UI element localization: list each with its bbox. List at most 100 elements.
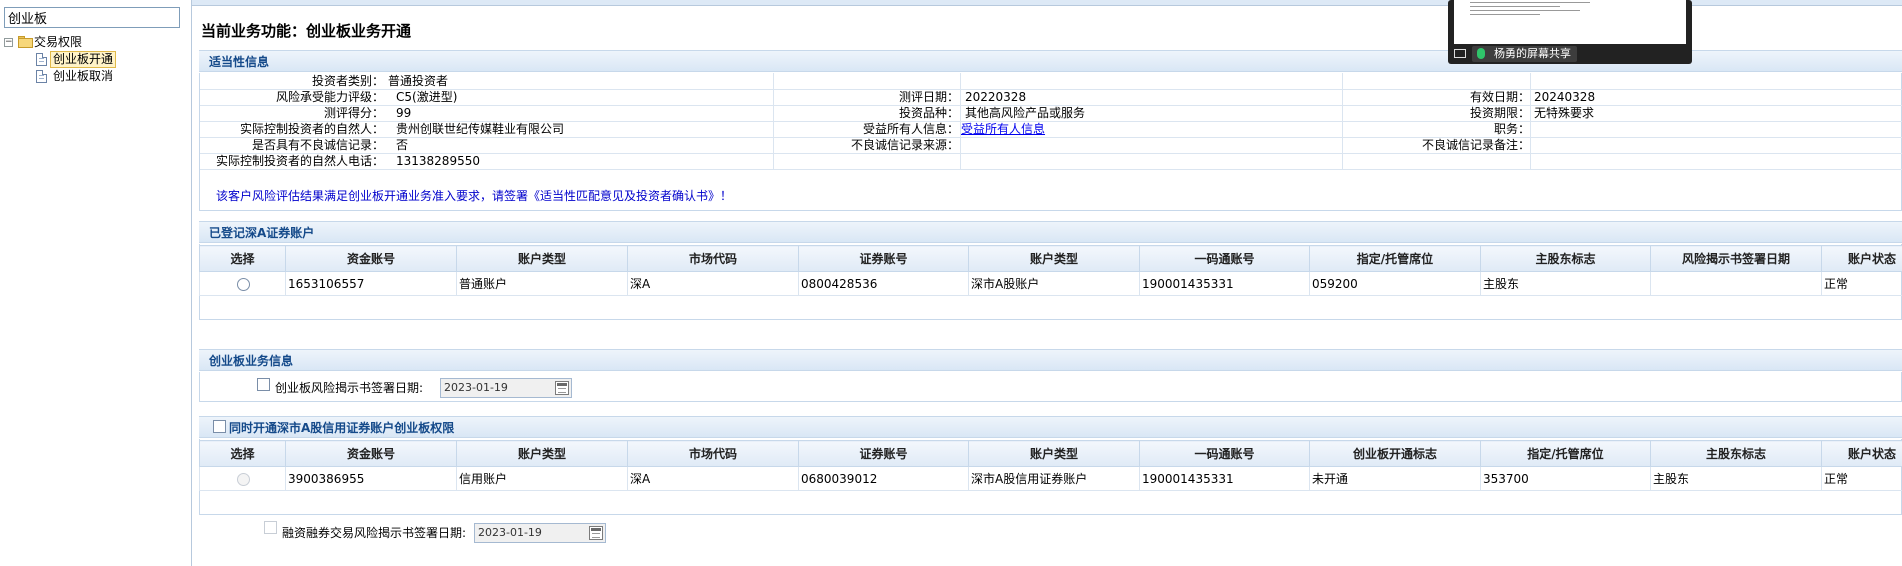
calendar-icon[interactable] bbox=[589, 526, 603, 540]
tree-node-label: 交易权限 bbox=[34, 35, 83, 49]
info-investment-variety: 投资品种： 其他高风险产品或服务 bbox=[898, 106, 1086, 120]
document-icon bbox=[36, 53, 47, 66]
column-header: 市场代码 bbox=[627, 440, 799, 467]
table-cell: 059200 bbox=[1309, 271, 1481, 296]
info-position: 职务： bbox=[1493, 122, 1530, 136]
collapse-icon[interactable]: − bbox=[4, 38, 13, 47]
info-controller: 实际控制投资者的自然人： 贵州创联世纪传媒鞋业有限公司 bbox=[239, 122, 565, 136]
column-header: 账户类型 bbox=[456, 245, 628, 272]
beneficiary-info-link[interactable]: 受益所有人信息 bbox=[961, 121, 1045, 137]
table-cell: 未开通 bbox=[1309, 466, 1481, 491]
column-header: 一码通账号 bbox=[1139, 440, 1310, 467]
shared-screen-preview bbox=[1454, 0, 1686, 44]
table-cell: 190001435331 bbox=[1139, 466, 1310, 491]
table-cell: 普通账户 bbox=[456, 271, 628, 296]
column-header: 账户类型 bbox=[968, 440, 1140, 467]
info-test-score: 测评得分： 99 bbox=[323, 106, 412, 120]
suitability-notice: 该客户风险评估结果满足创业板开通业务准入要求，请签署《适当性匹配意见及投资者确认… bbox=[216, 189, 733, 203]
table-row[interactable]: 1653106557 普通账户 深A 0800428536 深市A股账户 190… bbox=[199, 271, 1902, 296]
folder-icon bbox=[18, 36, 33, 48]
monitor-icon[interactable] bbox=[1454, 49, 1466, 58]
info-beneficiary: 受益所有人信息： 受益所有人信息 bbox=[862, 121, 1046, 137]
tree-node-gem-open[interactable]: 创业板开通 bbox=[2, 51, 182, 68]
screen-share-thumbnail[interactable]: 杨勇的屏幕共享 bbox=[1448, 0, 1692, 64]
share-toolbar: 杨勇的屏幕共享 bbox=[1448, 44, 1692, 64]
margin-risk-date-input[interactable]: 2023-01-19 bbox=[474, 523, 606, 543]
table-cell: 正常 bbox=[1821, 271, 1902, 296]
microphone-icon bbox=[1477, 48, 1485, 59]
table-cell: 深A bbox=[627, 271, 799, 296]
info-investor-category: 投资者类别： 普通投资者 bbox=[311, 74, 449, 88]
tree-node-label: 创业板取消 bbox=[53, 69, 114, 83]
tree-node-trading-permission[interactable]: − 交易权限 bbox=[2, 34, 182, 51]
credit-accounts-table: 选择 资金账号 账户类型 市场代码 证券账号 账户类型 一码通账号 创业板开通标… bbox=[199, 440, 1902, 491]
column-header: 风险揭示书签署日期 bbox=[1650, 245, 1822, 272]
account-select-radio[interactable] bbox=[237, 277, 250, 291]
column-header: 账户状态 bbox=[1821, 440, 1902, 467]
table-cell: 353700 bbox=[1480, 466, 1651, 491]
table-cell bbox=[1650, 271, 1822, 296]
table-cell: 深市A股信用证券账户 bbox=[968, 466, 1140, 491]
gem-risk-date-input[interactable]: 2023-01-19 bbox=[440, 378, 572, 398]
section-header-registered-accounts: 已登记深A证券账户 bbox=[199, 221, 1902, 243]
gem-risk-checkbox[interactable] bbox=[257, 378, 270, 391]
select-cell bbox=[199, 466, 286, 491]
column-header: 选择 bbox=[199, 440, 286, 467]
table-row[interactable]: 3900386955 信用账户 深A 0680039012 深市A股信用证券账户… bbox=[199, 466, 1902, 491]
document-icon bbox=[36, 70, 47, 83]
table-cell: 190001435331 bbox=[1139, 271, 1310, 296]
table-cell: 深A bbox=[627, 466, 799, 491]
table-header-row: 选择 资金账号 账户类型 市场代码 证券账号 账户类型 一码通账号 指定/托管席… bbox=[199, 245, 1902, 272]
column-header: 创业板开通标志 bbox=[1309, 440, 1481, 467]
table-cell: 主股东 bbox=[1480, 271, 1651, 296]
column-header: 资金账号 bbox=[285, 440, 457, 467]
table-cell: 正常 bbox=[1821, 466, 1902, 491]
select-cell bbox=[199, 271, 286, 296]
left-tree-panel: − 交易权限 创业板开通 创业板取消 bbox=[0, 0, 192, 566]
tree-node-gem-cancel[interactable]: 创业板取消 bbox=[2, 68, 182, 85]
gem-business-panel: 创业板风险揭示书签署日期: 2023-01-19 bbox=[199, 372, 1902, 402]
margin-risk-row: 融资融券交易风险揭示书签署日期: 2023-01-19 bbox=[199, 515, 1902, 547]
section-header-gem-business: 创业板业务信息 bbox=[199, 349, 1902, 371]
margin-risk-date-label: 融资融券交易风险揭示书签署日期: bbox=[282, 526, 467, 540]
tree-search-input[interactable] bbox=[4, 7, 180, 28]
column-header: 账户类型 bbox=[968, 245, 1140, 272]
page-title: 当前业务功能：创业板业务开通 bbox=[201, 22, 412, 40]
info-investment-term: 投资期限： 无特殊要求 bbox=[1469, 106, 1595, 120]
credit-account-select-radio[interactable] bbox=[237, 472, 250, 486]
column-header: 证券账号 bbox=[798, 245, 969, 272]
column-header: 主股东标志 bbox=[1480, 245, 1651, 272]
table-cell: 0800428536 bbox=[798, 271, 969, 296]
column-header: 一码通账号 bbox=[1139, 245, 1310, 272]
column-header: 选择 bbox=[199, 245, 286, 272]
info-bad-credit: 是否具有不良诚信记录： 否 bbox=[251, 138, 409, 152]
table-cell: 主股东 bbox=[1650, 466, 1822, 491]
credit-open-checkbox[interactable] bbox=[213, 420, 226, 433]
calendar-icon[interactable] bbox=[555, 381, 569, 395]
info-controller-phone: 实际控制投资者的自然人电话： 13138289550 bbox=[215, 154, 480, 168]
column-header: 指定/托管席位 bbox=[1309, 245, 1481, 272]
info-test-date: 测评日期： 20220328 bbox=[898, 90, 1027, 104]
screen-share-label: 杨勇的屏幕共享 bbox=[1472, 46, 1577, 62]
section-header-credit-accounts: 同时开通深市A股信用证券账户创业板权限 bbox=[199, 416, 1902, 438]
table-cell: 3900386955 bbox=[285, 466, 457, 491]
table-cell: 0680039012 bbox=[798, 466, 969, 491]
info-risk-level: 风险承受能力评级： C5(激进型) bbox=[275, 90, 458, 104]
column-header: 主股东标志 bbox=[1650, 440, 1822, 467]
info-valid-date: 有效日期： 20240328 bbox=[1469, 90, 1596, 104]
info-bad-credit-source: 不良诚信记录来源： bbox=[850, 138, 959, 152]
table-header-row: 选择 资金账号 账户类型 市场代码 证券账号 账户类型 一码通账号 创业板开通标… bbox=[199, 440, 1902, 467]
gem-risk-date-label: 创业板风险揭示书签署日期: bbox=[275, 381, 424, 395]
registered-accounts-table: 选择 资金账号 账户类型 市场代码 证券账号 账户类型 一码通账号 指定/托管席… bbox=[199, 245, 1902, 296]
table-cell: 深市A股账户 bbox=[968, 271, 1140, 296]
table-cell: 1653106557 bbox=[285, 271, 457, 296]
margin-risk-checkbox[interactable] bbox=[264, 521, 277, 534]
column-header: 账户类型 bbox=[456, 440, 628, 467]
permission-tree: − 交易权限 创业板开通 创业板取消 bbox=[2, 34, 182, 85]
table-cell: 信用账户 bbox=[456, 466, 628, 491]
column-header: 资金账号 bbox=[285, 245, 457, 272]
tree-node-label: 创业板开通 bbox=[50, 51, 117, 68]
column-header: 市场代码 bbox=[627, 245, 799, 272]
suitability-info-panel: 投资者类别： 普通投资者 风险承受能力评级： C5(激进型) 测评得分： 99 … bbox=[199, 73, 1902, 211]
info-bad-credit-remark: 不良诚信记录备注： bbox=[1421, 138, 1530, 152]
